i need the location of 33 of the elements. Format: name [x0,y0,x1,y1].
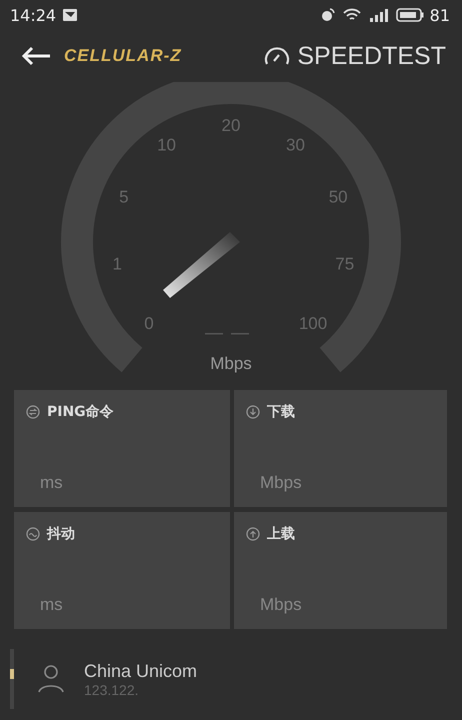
jitter-icon [26,527,40,541]
battery-icon [396,8,424,22]
metric-label: 下载 [267,403,295,421]
gauge-tick-label: 20 [222,116,240,135]
speedtest-brand: SPEEDTEST [297,42,446,70]
metric-unit: ms [39,473,64,493]
metric-unit: ms [39,595,64,615]
metric-label: PING命令 [47,403,114,421]
gauge-tick-label: 5 [119,188,129,207]
gauge-tick-label: 50 [328,188,348,207]
gauge-tick-label: 100 [298,314,328,334]
gauge-unit: Mbps [210,354,252,373]
metric-label: 上载 [267,525,295,543]
metric-label: 抖动 [47,525,75,543]
status-time: 14:24 [10,6,56,24]
carrier-ip: 123.122. [84,682,140,698]
battery-level: 81 [430,6,450,24]
gauge-tick-label: 30 [286,136,305,155]
ping-icon [26,405,40,419]
image-notification-icon [62,8,78,22]
cellular-signal-icon [368,7,390,23]
download-icon [246,405,260,419]
gauge-tick-label: 75 [335,254,354,274]
satellite-icon [320,7,336,23]
metric-unit: Mbps [259,595,303,615]
app-logo: CELLULAR-Z [64,46,182,66]
back-arrow-icon[interactable] [20,45,52,67]
carrier-name: China Unicom [84,660,198,682]
metric-unit: Mbps [259,473,303,493]
gauge-tick-label: 0 [144,314,154,334]
gauge-tick-label: 10 [157,136,176,155]
upload-icon [246,527,260,541]
gauge-tick-label: 1 [112,254,122,274]
